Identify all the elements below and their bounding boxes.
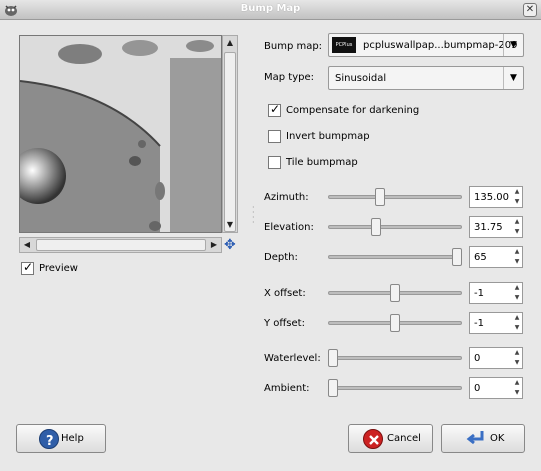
spin-up-icon[interactable]: ▲ xyxy=(512,283,522,293)
map-type-value: Sinusoidal xyxy=(335,73,387,84)
scroll-left-icon[interactable]: ◀ xyxy=(20,238,34,252)
help-icon: ? xyxy=(39,429,59,449)
ok-button[interactable]: OK xyxy=(441,424,525,453)
bump-map-combo[interactable]: PCPlus pcpluswallpap...bumpmap-209 ▼ xyxy=(328,33,524,57)
ambient-label: Ambient: xyxy=(264,383,310,394)
elevation-slider-track[interactable] xyxy=(328,225,462,229)
depth-label: Depth: xyxy=(264,252,298,263)
depth-slider-track[interactable] xyxy=(328,255,462,259)
move-arrows-icon[interactable]: ✥ xyxy=(224,238,238,252)
cancel-button[interactable]: Cancel xyxy=(348,424,433,453)
ambient-slider-track[interactable] xyxy=(328,386,462,390)
tile-bumpmap-checkbox[interactable] xyxy=(268,156,281,169)
spin-down-icon[interactable]: ▼ xyxy=(512,358,522,368)
help-button[interactable]: ? Help xyxy=(16,424,106,453)
spin-up-icon[interactable]: ▲ xyxy=(512,187,522,197)
waterlevel-slider-handle[interactable] xyxy=(328,349,338,367)
y-offset-spinbutton[interactable]: -1 ▲ ▼ xyxy=(469,312,523,334)
waterlevel-slider-track[interactable] xyxy=(328,356,462,360)
title-bar: Bump Map ✕ xyxy=(0,0,541,20)
preview-horizontal-scrollbar[interactable]: ◀ ▶ xyxy=(19,237,222,253)
spin-up-icon[interactable]: ▲ xyxy=(512,217,522,227)
preview-checkbox[interactable]: ✓ xyxy=(21,260,34,275)
checkmark-icon: ✓ xyxy=(270,102,281,116)
ambient-spinbutton[interactable]: 0 ▲ ▼ xyxy=(469,377,523,399)
map-type-label: Map type: xyxy=(264,72,314,83)
dropdown-arrow-icon[interactable]: ▼ xyxy=(503,34,523,56)
depth-spinbutton[interactable]: 65 ▲ ▼ xyxy=(469,246,523,268)
elevation-value[interactable]: 31.75 xyxy=(474,222,503,233)
preview-vertical-scrollbar[interactable]: ▲ ▼ xyxy=(222,35,238,233)
azimuth-spinbutton[interactable]: 135.00 ▲ ▼ xyxy=(469,186,523,208)
ok-button-label: OK xyxy=(490,433,505,444)
elevation-spinbutton[interactable]: 31.75 ▲ ▼ xyxy=(469,216,523,238)
bump-map-thumbnail: PCPlus xyxy=(332,37,356,53)
horizontal-scroll-thumb[interactable] xyxy=(36,239,206,251)
x-offset-slider-handle[interactable] xyxy=(390,284,400,302)
y-offset-value[interactable]: -1 xyxy=(474,318,484,329)
depth-slider-handle[interactable] xyxy=(452,248,462,266)
spin-down-icon[interactable]: ▼ xyxy=(512,227,522,237)
x-offset-value[interactable]: -1 xyxy=(474,288,484,299)
map-type-combo[interactable]: Sinusoidal ▼ xyxy=(328,66,524,90)
svg-text:?: ? xyxy=(46,434,54,449)
ok-enter-icon xyxy=(464,429,484,449)
spin-down-icon[interactable]: ▼ xyxy=(512,388,522,398)
spin-down-icon[interactable]: ▼ xyxy=(512,293,522,303)
vertical-scroll-thumb[interactable] xyxy=(224,52,236,232)
preview-label: Preview xyxy=(39,263,78,274)
scroll-right-icon[interactable]: ▶ xyxy=(207,238,221,252)
azimuth-value[interactable]: 135.00 xyxy=(474,192,509,203)
waterlevel-value[interactable]: 0 xyxy=(474,353,480,364)
x-offset-label: X offset: xyxy=(264,288,306,299)
scroll-up-icon[interactable]: ▲ xyxy=(223,36,237,50)
spin-up-icon[interactable]: ▲ xyxy=(512,348,522,358)
waterlevel-label: Waterlevel: xyxy=(264,353,321,364)
cancel-icon xyxy=(363,429,383,449)
spin-up-icon[interactable]: ▲ xyxy=(512,247,522,257)
invert-bumpmap-label: Invert bumpmap xyxy=(286,131,370,142)
help-button-label: Help xyxy=(61,433,84,444)
y-offset-slider-handle[interactable] xyxy=(390,314,400,332)
waterlevel-spinbutton[interactable]: 0 ▲ ▼ xyxy=(469,347,523,369)
elevation-slider-handle[interactable] xyxy=(371,218,382,236)
azimuth-slider-handle[interactable] xyxy=(374,188,385,206)
depth-value[interactable]: 65 xyxy=(474,252,487,263)
elevation-label: Elevation: xyxy=(264,222,314,233)
spin-down-icon[interactable]: ▼ xyxy=(512,323,522,333)
close-icon[interactable]: ✕ xyxy=(523,3,537,17)
x-offset-spinbutton[interactable]: -1 ▲ ▼ xyxy=(469,282,523,304)
scroll-down-icon[interactable]: ▼ xyxy=(223,218,237,232)
spin-down-icon[interactable]: ▼ xyxy=(512,197,522,207)
spin-up-icon[interactable]: ▲ xyxy=(512,313,522,323)
invert-bumpmap-checkbox[interactable] xyxy=(268,130,281,143)
bump-map-value: pcpluswallpap...bumpmap-209 xyxy=(363,40,518,51)
window-title: Bump Map xyxy=(240,3,301,14)
cancel-button-label: Cancel xyxy=(387,433,421,444)
tile-bumpmap-label: Tile bumpmap xyxy=(286,157,358,168)
checkmark-icon: ✓ xyxy=(23,260,34,274)
compensate-label: Compensate for darkening xyxy=(286,105,420,116)
compensate-checkbox[interactable]: ✓ xyxy=(268,102,281,117)
azimuth-slider-track[interactable] xyxy=(328,195,462,199)
y-offset-label: Y offset: xyxy=(264,318,305,329)
bump-map-label: Bump map: xyxy=(264,41,323,52)
ambient-value[interactable]: 0 xyxy=(474,383,480,394)
azimuth-label: Azimuth: xyxy=(264,192,309,203)
ambient-slider-handle[interactable] xyxy=(328,379,338,397)
spin-up-icon[interactable]: ▲ xyxy=(512,378,522,388)
preview-canvas[interactable] xyxy=(19,35,222,233)
spin-down-icon[interactable]: ▼ xyxy=(512,257,522,267)
pane-divider-grip[interactable]: · · · · xyxy=(252,204,256,227)
dropdown-arrow-icon[interactable]: ▼ xyxy=(503,67,523,89)
